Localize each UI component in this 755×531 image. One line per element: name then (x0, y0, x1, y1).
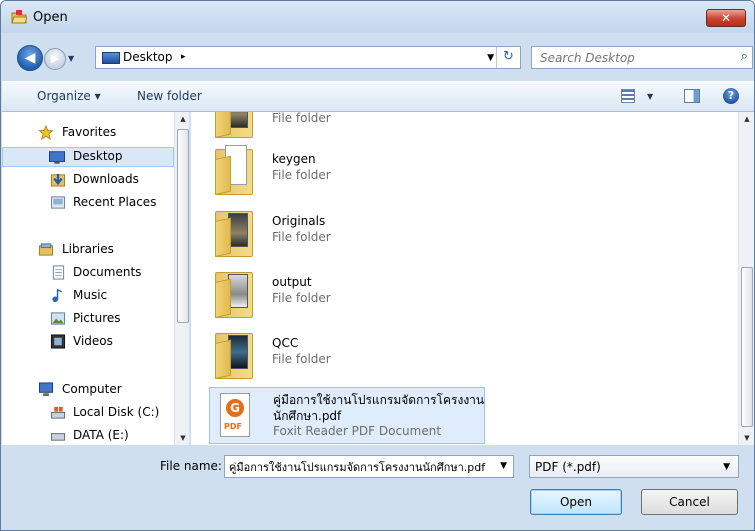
change-view-icon[interactable] (621, 89, 635, 103)
sidebar-item-documents[interactable]: Documents (2, 263, 174, 283)
music-icon (52, 288, 63, 303)
back-button[interactable]: ◀ (17, 45, 43, 71)
navigation-bar: ◀ ▶ ▼ Desktop ▸ ▼ ↻ ⌕ (1, 41, 754, 71)
refresh-button[interactable]: ↻ (496, 47, 520, 68)
scrollbar-thumb[interactable] (741, 267, 753, 427)
star-icon (38, 125, 54, 140)
videos-icon (50, 334, 66, 349)
scroll-up-arrow-icon[interactable]: ▲ (175, 115, 189, 123)
scrollbar-thumb[interactable] (177, 129, 189, 323)
chevron-down-icon[interactable]: ▼ (723, 462, 730, 472)
organize-button[interactable]: Organize ▾ (37, 89, 101, 103)
sidebar-item-music[interactable]: Music (2, 286, 174, 306)
folder-icon (215, 112, 253, 138)
sidebar-item-pictures[interactable]: Pictures (2, 309, 174, 329)
libraries-icon (38, 243, 54, 256)
sidebar-item-local-disk[interactable]: Local Disk (C:) (2, 403, 174, 423)
file-list: File folder keygen File folder Originals… (191, 112, 754, 445)
pictures-icon (50, 312, 66, 325)
desktop-icon (102, 52, 120, 64)
list-item-selected[interactable]: G PDF คู่มือการใช้งานโปรแกรมจัดการโครงงา… (209, 387, 485, 444)
local-disk-icon (50, 406, 66, 419)
sidebar-item-computer[interactable]: Computer (2, 380, 174, 400)
foxit-logo-icon: G (226, 399, 244, 417)
folder-icon (215, 329, 253, 379)
search-input[interactable] (532, 47, 727, 68)
scroll-up-arrow-icon[interactable]: ▲ (739, 115, 754, 123)
file-type-select[interactable]: PDF (*.pdf) ▼ (529, 455, 739, 478)
open-button[interactable]: Open (530, 489, 622, 515)
search-icon[interactable]: ⌕ (741, 49, 748, 64)
chevron-down-icon[interactable]: ▼ (500, 461, 507, 471)
forward-button[interactable]: ▶ (44, 48, 66, 70)
desktop-icon (49, 151, 65, 164)
scroll-down-arrow-icon[interactable]: ▼ (175, 434, 189, 442)
new-folder-button[interactable]: New folder (137, 89, 202, 103)
file-name-combobox[interactable]: ▼ (224, 455, 514, 478)
file-name-input[interactable] (225, 456, 493, 477)
command-bar: Organize ▾ New folder ▼ ? (2, 81, 754, 112)
help-icon[interactable]: ? (723, 88, 739, 104)
scroll-down-arrow-icon[interactable]: ▼ (739, 434, 754, 442)
recent-places-icon (50, 196, 66, 209)
file-name-label: File name: (160, 459, 222, 473)
preview-pane-icon[interactable] (684, 89, 700, 103)
open-folder-icon (11, 10, 27, 24)
sidebar-item-favorites[interactable]: Favorites (2, 123, 174, 143)
view-dropdown[interactable]: ▼ (647, 92, 653, 101)
sidebar-item-recent-places[interactable]: Recent Places (2, 193, 174, 213)
folder-icon (215, 145, 253, 195)
documents-icon (52, 265, 65, 280)
list-item[interactable]: File folder (209, 112, 485, 142)
sidebar-item-desktop[interactable]: Desktop (2, 147, 174, 167)
list-item[interactable]: QCC File folder (209, 326, 485, 383)
computer-icon (38, 382, 54, 397)
open-dialog: Open ✕ ◀ ▶ ▼ Desktop ▸ ▼ ↻ ⌕ Organize ▾ … (0, 0, 755, 531)
window-title: Open (33, 10, 68, 25)
recent-pages-dropdown[interactable]: ▼ (68, 54, 74, 63)
sidebar-item-videos[interactable]: Videos (2, 332, 174, 352)
close-button[interactable]: ✕ (706, 9, 746, 27)
navigation-pane-scrollbar[interactable]: ▲ ▼ (174, 112, 189, 445)
folder-icon (215, 268, 253, 318)
sidebar-item-libraries[interactable]: Libraries (2, 240, 174, 260)
pdf-icon: G PDF (220, 393, 250, 437)
breadcrumb-arrow[interactable]: ▸ (181, 52, 186, 62)
breadcrumb-desktop[interactable]: Desktop (123, 50, 173, 64)
list-item[interactable]: Originals File folder (209, 204, 485, 261)
drive-icon (50, 433, 66, 441)
list-item[interactable]: keygen File folder (209, 142, 485, 199)
search-box[interactable]: ⌕ (531, 46, 753, 69)
folder-icon (215, 207, 253, 257)
address-bar[interactable]: Desktop ▸ ▼ ↻ (95, 46, 521, 69)
cancel-button[interactable]: Cancel (641, 489, 738, 515)
file-list-scrollbar[interactable]: ▲ ▼ (738, 112, 754, 445)
address-dropdown[interactable]: ▼ (487, 53, 494, 63)
sidebar-item-data-drive[interactable]: DATA (E:) (2, 426, 174, 445)
list-item[interactable]: output File folder (209, 265, 485, 322)
title-bar: Open ✕ (1, 1, 754, 33)
sidebar-item-downloads[interactable]: Downloads (2, 170, 174, 190)
navigation-pane: Favorites Desktop Downloads Recent Place… (2, 112, 190, 445)
downloads-icon (50, 173, 66, 187)
